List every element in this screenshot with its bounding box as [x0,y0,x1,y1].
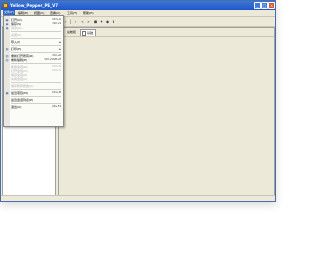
menu-separator [11,38,61,39]
file-menu-dropdown: ▣ 打开(O) Ctrl+O ◉ 保存(S) Ctrl+S ◉ 另存(A)... 关闭(C) 导入… [3,15,64,127]
file-menu-item: 关闭(C) [4,33,63,37]
content-panel: 总帐和 基础 [58,27,275,197]
minimize-button[interactable]: _ [254,2,261,9]
file-menu-item[interactable]: 最近会话列表(E) [4,98,63,102]
menu-item-label: 退出(X) [11,105,22,109]
menu-separator [11,31,61,32]
file-menu-item: 关闭会话(C) [4,77,63,81]
close-button[interactable]: × [268,2,275,9]
menu-item-label: 打印(P) [11,47,22,51]
maximize-button[interactable]: □ [261,2,268,9]
menu-help[interactable]: 帮助(H) [83,11,94,15]
file-menu-item[interactable]: 导入(I) ▸ [4,40,63,44]
menu-item-icon: ▤ [5,47,9,51]
submenu-arrow-icon: ▸ [59,47,61,51]
menu-item-label: 重新编辑(E) [11,58,28,62]
menu-item-label: 保存所有修改(U) [11,84,34,88]
menu-item-label: 最近会话列表(E) [11,98,34,102]
file-menu-item[interactable]: ▦ 最近项目(M) Ctrl+M [4,91,63,95]
menu-separator [11,96,61,97]
settings-icon[interactable]: ◆ [105,19,110,24]
status-bar [1,195,275,201]
menu-separator [11,63,61,64]
menu-separator [11,82,61,83]
window-title: Yellow_Pepper_PE_V7 [10,3,59,8]
submenu-arrow-icon: ▸ [59,40,61,44]
disk-icon[interactable]: ◼ [93,19,98,24]
file-menu-item[interactable]: ▥ 重新编辑(E) Ctrl+Shift+E [4,58,63,62]
menu-item-shortcut: Alt+F4 [52,105,61,108]
file-menu-item[interactable]: ▤ 打印(P) ▸ [4,47,63,51]
document-icon [82,30,86,36]
menu-item-shortcut: Ctrl+M [51,91,61,94]
menu-item-label: 最近项目(M) [11,91,28,95]
back-icon[interactable]: « [80,19,85,24]
menu-item-icon: ◉ [5,26,9,30]
menu-item-shortcut: Ctrl+Shift+E [44,58,62,61]
step2-icon[interactable]: ‹ [73,19,78,24]
tab-basic-label: 基础 [87,31,94,35]
menu-separator [11,103,61,104]
menu-item-label: 关闭(C) [11,33,22,37]
tab-static-label: 总帐和 [67,30,77,34]
menu-item-icon: ▦ [5,91,9,95]
menu-tools[interactable]: 工具(T) [67,11,77,15]
plugin-icon[interactable]: ✦ [99,19,104,24]
file-menu-item: 保存所有修改(U) [4,84,63,88]
file-menu-item[interactable]: 退出(X) Alt+F4 [4,105,63,109]
menu-item-icon: ▥ [5,58,9,62]
tab-strip: 总帐和 基础 [59,28,274,37]
menu-item-label: 导入(I) [11,40,21,44]
menu-separator [11,89,61,90]
info-icon[interactable]: ℹ [111,19,116,24]
forward-icon[interactable]: » [86,19,91,24]
app-icon [3,3,8,8]
menu-item-label: 另存(A)... [11,26,25,30]
menu-separator [11,52,61,53]
menu-separator [11,45,61,46]
tab-basic[interactable]: 基础 [80,29,97,36]
file-menu-item: ◉ 另存(A)... [4,26,63,30]
menu-item-label: 关闭会话(C) [11,77,28,81]
title-bar[interactable]: Yellow_Pepper_PE_V7 _ □ × [1,1,275,10]
